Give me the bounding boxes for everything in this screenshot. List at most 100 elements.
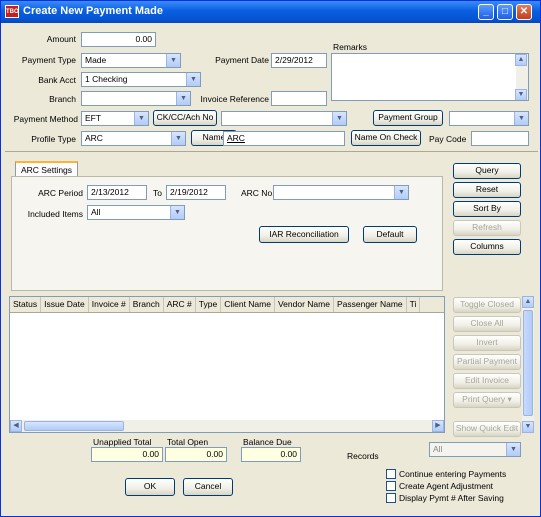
- chevron-down-icon: ▼: [166, 54, 180, 67]
- scroll-thumb[interactable]: [523, 310, 533, 416]
- records-value: All: [433, 444, 443, 454]
- scroll-right-icon[interactable]: ▶: [432, 420, 444, 432]
- balance-due-value: 0.00: [241, 447, 301, 462]
- name-field[interactable]: ARC: [223, 131, 345, 146]
- grid-header: Status Issue Date Invoice # Branch ARC #…: [10, 297, 444, 313]
- ck-cc-ach-button[interactable]: CK/CC/Ach No: [153, 110, 217, 126]
- col-ti[interactable]: Ti: [407, 297, 421, 312]
- chevron-down-icon: ▼: [170, 206, 184, 219]
- grid-hscrollbar[interactable]: ◀ ▶: [10, 420, 444, 432]
- col-client-name[interactable]: Client Name: [221, 297, 275, 312]
- profile-type-select[interactable]: ARC ▼: [81, 131, 186, 146]
- branch-select[interactable]: ▼: [81, 91, 191, 106]
- chevron-down-icon: ▾: [507, 394, 512, 404]
- display-pymt-label: Display Pymt # After Saving: [399, 493, 504, 503]
- records-label: Records: [347, 451, 379, 461]
- payment-type-select[interactable]: Made ▼: [81, 53, 181, 68]
- remarks-textarea[interactable]: ▲ ▼: [331, 53, 529, 101]
- chevron-down-icon: ▼: [514, 112, 528, 125]
- pay-code-field[interactable]: [471, 131, 529, 146]
- chevron-down-icon: ▼: [332, 112, 346, 125]
- payment-group-select[interactable]: ▼: [449, 111, 529, 126]
- arc-period-to-field[interactable]: 2/19/2012: [166, 185, 226, 200]
- payment-method-label: Payment Method: [13, 114, 78, 124]
- title-bar: TBO Create New Payment Made _ □ ✕: [1, 1, 540, 23]
- agent-adjustment-label: Create Agent Adjustment: [399, 481, 494, 491]
- default-button[interactable]: Default: [363, 226, 417, 243]
- scroll-up-icon[interactable]: ▲: [515, 54, 527, 66]
- iar-reconciliation-button[interactable]: IAR Reconciliation: [259, 226, 349, 243]
- col-issue-date[interactable]: Issue Date: [41, 297, 89, 312]
- balance-due-label: Balance Due: [243, 437, 292, 447]
- refresh-button[interactable]: Refresh: [453, 220, 521, 236]
- display-pymt-checkbox[interactable]: [386, 493, 396, 503]
- payment-method-value: EFT: [85, 113, 102, 123]
- toggle-closed-button[interactable]: Toggle Closed: [453, 297, 521, 313]
- payment-date-label: Payment Date: [215, 55, 269, 65]
- scroll-left-icon[interactable]: ◀: [10, 420, 22, 432]
- print-query-button[interactable]: Print Query ▾: [453, 392, 521, 408]
- amount-field[interactable]: 0.00: [81, 32, 156, 47]
- payment-group-button[interactable]: Payment Group: [373, 110, 443, 126]
- records-select[interactable]: All ▼: [429, 442, 521, 457]
- tab-arc-settings[interactable]: ARC Settings: [15, 161, 79, 177]
- minimize-icon[interactable]: _: [478, 4, 494, 20]
- profile-type-label: Profile Type: [31, 134, 76, 144]
- payment-type-value: Made: [85, 55, 107, 65]
- continue-label: Continue entering Payments: [399, 469, 507, 479]
- cancel-button[interactable]: Cancel: [183, 478, 233, 496]
- payment-method-select[interactable]: EFT ▼: [81, 111, 149, 126]
- scroll-thumb[interactable]: [24, 421, 124, 431]
- included-items-label: Included Items: [27, 209, 83, 219]
- separator: [5, 151, 538, 152]
- panel-vscrollbar[interactable]: ▲ ▼: [522, 296, 534, 433]
- col-invoice[interactable]: Invoice #: [89, 297, 130, 312]
- agent-adjustment-checkbox[interactable]: [386, 481, 396, 491]
- chevron-down-icon: ▼: [506, 443, 520, 456]
- bank-acct-label: Bank Acct: [38, 75, 76, 85]
- scroll-up-icon[interactable]: ▲: [522, 296, 534, 308]
- to-label: To: [153, 188, 162, 198]
- arc-no-select[interactable]: ▼: [273, 185, 409, 200]
- close-all-button[interactable]: Close All: [453, 316, 521, 332]
- remarks-scrollbar[interactable]: ▲ ▼: [515, 54, 528, 100]
- payment-date-field[interactable]: 2/29/2012: [271, 53, 327, 68]
- remarks-label: Remarks: [333, 42, 368, 52]
- results-grid[interactable]: Status Issue Date Invoice # Branch ARC #…: [9, 296, 445, 433]
- col-type[interactable]: Type: [196, 297, 222, 312]
- invert-button[interactable]: Invert: [453, 335, 521, 351]
- col-vendor-name[interactable]: Vendor Name: [275, 297, 334, 312]
- invoice-reference-label: Invoice Reference: [200, 94, 269, 104]
- bank-acct-select[interactable]: 1 Checking ▼: [81, 72, 201, 87]
- continue-checkbox[interactable]: [386, 469, 396, 479]
- columns-button[interactable]: Columns: [453, 239, 521, 255]
- name-on-check-button[interactable]: Name On Check: [351, 130, 421, 146]
- profile-type-value: ARC: [85, 133, 103, 143]
- close-icon[interactable]: ✕: [516, 4, 532, 20]
- col-branch[interactable]: Branch: [130, 297, 164, 312]
- arc-period-from-field[interactable]: 2/13/2012: [87, 185, 147, 200]
- scroll-down-icon[interactable]: ▼: [522, 421, 534, 433]
- partial-payment-button[interactable]: Partial Payment: [453, 354, 521, 370]
- included-items-select[interactable]: All ▼: [87, 205, 185, 220]
- maximize-icon[interactable]: □: [497, 4, 513, 20]
- chevron-down-icon: ▼: [394, 186, 408, 199]
- col-arc[interactable]: ARC #: [164, 297, 196, 312]
- query-button[interactable]: Query: [453, 163, 521, 179]
- payment-window: TBO Create New Payment Made _ □ ✕ Amount…: [0, 0, 541, 517]
- bank-acct-value: 1 Checking: [85, 74, 128, 84]
- reset-button[interactable]: Reset: [453, 182, 521, 198]
- scroll-down-icon[interactable]: ▼: [515, 89, 527, 100]
- payment-type-label: Payment Type: [21, 55, 76, 65]
- show-quick-edit-button[interactable]: Show Quick Edit: [453, 421, 521, 437]
- sort-by-button[interactable]: Sort By: [453, 201, 521, 217]
- included-items-value: All: [91, 207, 101, 217]
- ck-cc-ach-select[interactable]: ▼: [221, 111, 347, 126]
- chevron-down-icon: ▼: [186, 73, 200, 86]
- arc-no-label: ARC No.: [241, 188, 275, 198]
- edit-invoice-button[interactable]: Edit Invoice: [453, 373, 521, 389]
- invoice-reference-field[interactable]: [271, 91, 327, 106]
- ok-button[interactable]: OK: [125, 478, 175, 496]
- col-status[interactable]: Status: [10, 297, 42, 312]
- col-passenger-name[interactable]: Passenger Name: [334, 297, 407, 312]
